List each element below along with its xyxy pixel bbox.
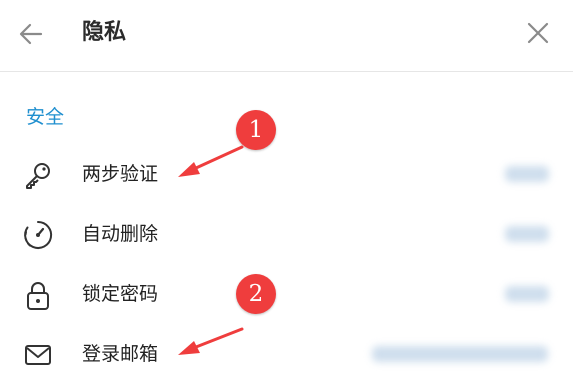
- row-login-email[interactable]: 登录邮箱: [0, 326, 573, 384]
- row-label: 锁定密码: [82, 283, 159, 305]
- timer-icon: [24, 220, 53, 249]
- close-icon: [527, 22, 549, 44]
- lock-icon: [27, 282, 49, 310]
- back-button[interactable]: [16, 19, 46, 49]
- row-label: 两步验证: [82, 163, 159, 185]
- row-value-blurred: [505, 286, 549, 302]
- arrow-left-icon: [19, 23, 43, 45]
- page-title: 隐私: [82, 20, 127, 45]
- row-auto-delete[interactable]: 自动删除: [0, 206, 573, 264]
- mail-icon: [25, 345, 51, 365]
- key-icon: [26, 163, 50, 189]
- annotation-marker-2: 2: [236, 274, 276, 314]
- row-two-step-verification[interactable]: 两步验证: [0, 146, 573, 204]
- row-value-blurred: [372, 346, 548, 362]
- annotation-marker-1: 1: [236, 110, 276, 150]
- row-value-blurred: [505, 226, 549, 242]
- header: 隐私: [0, 0, 573, 72]
- row-label: 自动删除: [82, 223, 159, 245]
- row-passcode-lock[interactable]: 锁定密码: [0, 266, 573, 324]
- section-title-security: 安全: [26, 106, 65, 128]
- row-label: 登录邮箱: [82, 343, 159, 365]
- row-value-blurred: [505, 166, 549, 182]
- close-button[interactable]: [524, 19, 552, 47]
